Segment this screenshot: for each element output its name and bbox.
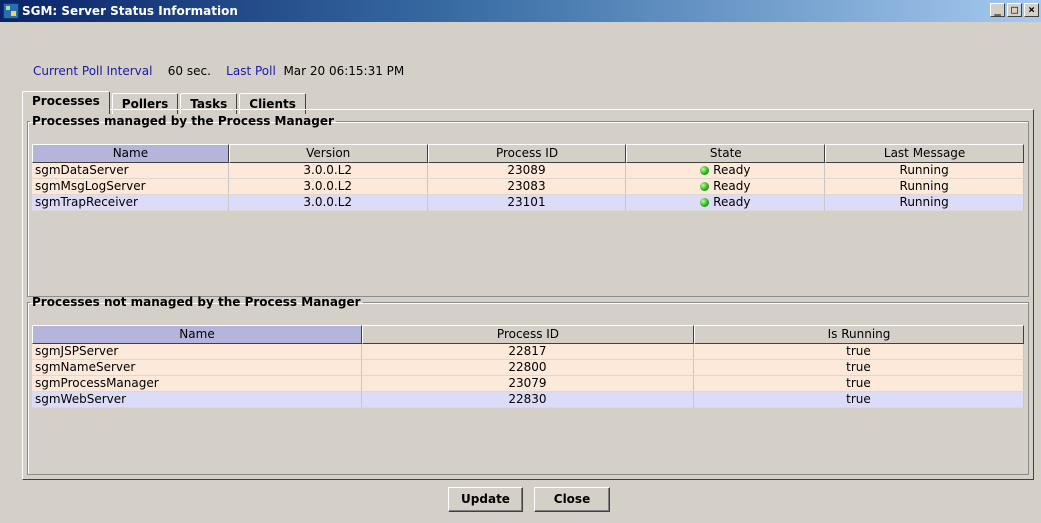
- managed-processes-table[interactable]: Name Version Process ID State Last Messa…: [32, 144, 1024, 211]
- tab-processes[interactable]: Processes: [22, 91, 110, 114]
- table-row[interactable]: sgmWebServer 22830 true: [32, 392, 1024, 408]
- column-header-last-message[interactable]: Last Message: [825, 144, 1024, 163]
- update-button[interactable]: Update: [448, 487, 523, 512]
- last-poll-value: Mar 20 06:15:31 PM: [283, 64, 405, 78]
- cell-process-id: 23101: [427, 195, 627, 211]
- state-label: Ready: [713, 179, 751, 193]
- managed-processes-group: Processes managed by the Process Manager…: [27, 114, 1029, 297]
- column-header-name[interactable]: Name: [32, 325, 362, 344]
- column-header-state[interactable]: State: [626, 144, 826, 163]
- cell-process-id: 23079: [362, 376, 694, 392]
- cell-name: sgmWebServer: [32, 392, 362, 408]
- table-row[interactable]: sgmDataServer 3.0.0.L2 23089 Ready Runni…: [32, 163, 1024, 179]
- cell-is-running: true: [693, 392, 1024, 408]
- cell-name: sgmProcessManager: [32, 376, 362, 392]
- managed-processes-title: Processes managed by the Process Manager: [32, 114, 334, 128]
- poll-interval-label: Current Poll Interval: [33, 64, 153, 78]
- table-row[interactable]: sgmMsgLogServer 3.0.0.L2 23083 Ready Run…: [32, 179, 1024, 195]
- close-button[interactable]: Close: [534, 487, 610, 512]
- cell-version: 3.0.0.L2: [228, 195, 428, 211]
- table-row[interactable]: sgmJSPServer 22817 true: [32, 344, 1024, 360]
- status-ready-icon: [700, 166, 710, 175]
- cell-last-message: Running: [825, 163, 1024, 179]
- cell-name: sgmDataServer: [32, 163, 229, 179]
- cell-version: 3.0.0.L2: [228, 163, 428, 179]
- maximize-icon[interactable]: □: [1007, 3, 1022, 17]
- tab-panel: Processes managed by the Process Manager…: [22, 109, 1034, 480]
- window-controls: _ □ ×: [990, 3, 1039, 17]
- table-header: Name Process ID Is Running: [32, 325, 1024, 344]
- cell-process-id: 23089: [427, 163, 627, 179]
- column-header-process-id[interactable]: Process ID: [427, 144, 627, 163]
- table-row[interactable]: sgmProcessManager 23079 true: [32, 376, 1024, 392]
- cell-name: sgmJSPServer: [32, 344, 362, 360]
- cell-process-id: 22800: [362, 360, 694, 376]
- cell-name: sgmNameServer: [32, 360, 362, 376]
- cell-name: sgmTrapReceiver: [32, 195, 229, 211]
- cell-process-id: 22830: [362, 392, 694, 408]
- cell-is-running: true: [693, 376, 1024, 392]
- column-header-is-running[interactable]: Is Running: [693, 325, 1024, 344]
- cell-is-running: true: [693, 360, 1024, 376]
- last-poll-label: Last Poll: [226, 64, 276, 78]
- poll-info: Current Poll Interval 60 sec. Last Poll …: [33, 64, 404, 78]
- state-label: Ready: [713, 195, 751, 209]
- cell-state: Ready: [626, 179, 826, 195]
- minimize-icon[interactable]: _: [990, 3, 1005, 17]
- status-ready-icon: [700, 198, 710, 207]
- column-header-name[interactable]: Name: [32, 144, 229, 163]
- cell-state: Ready: [626, 195, 826, 211]
- unmanaged-processes-group: Processes not managed by the Process Man…: [27, 295, 1029, 475]
- table-row[interactable]: sgmNameServer 22800 true: [32, 360, 1024, 376]
- table-header: Name Version Process ID State Last Messa…: [32, 144, 1024, 163]
- cell-is-running: true: [693, 344, 1024, 360]
- cell-process-id: 22817: [362, 344, 694, 360]
- cell-last-message: Running: [825, 195, 1024, 211]
- poll-interval-value: 60 sec.: [167, 64, 211, 78]
- cell-version: 3.0.0.L2: [228, 179, 428, 195]
- title-bar: SGM: Server Status Information _ □ ×: [0, 0, 1041, 22]
- column-header-version[interactable]: Version: [228, 144, 428, 163]
- table-row[interactable]: sgmTrapReceiver 3.0.0.L2 23101 Ready Run…: [32, 195, 1024, 211]
- cell-last-message: Running: [825, 179, 1024, 195]
- window-title: SGM: Server Status Information: [22, 4, 238, 18]
- status-ready-icon: [700, 182, 710, 191]
- unmanaged-processes-title: Processes not managed by the Process Man…: [32, 295, 361, 309]
- cell-name: sgmMsgLogServer: [32, 179, 229, 195]
- state-label: Ready: [713, 163, 751, 177]
- unmanaged-processes-table[interactable]: Name Process ID Is Running sgmJSPServer …: [32, 325, 1024, 408]
- app-icon: [3, 3, 19, 19]
- cell-state: Ready: [626, 163, 826, 179]
- cell-process-id: 23083: [427, 179, 627, 195]
- close-icon[interactable]: ×: [1024, 3, 1039, 17]
- column-header-process-id[interactable]: Process ID: [362, 325, 694, 344]
